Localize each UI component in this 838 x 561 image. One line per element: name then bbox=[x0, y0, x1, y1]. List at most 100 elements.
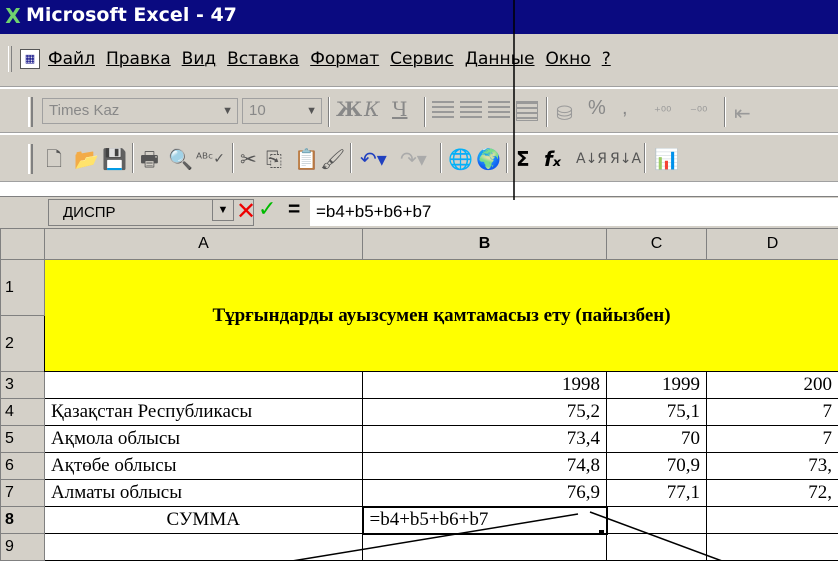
undo-icon[interactable]: ↶▾ bbox=[360, 145, 387, 173]
cell-b6[interactable]: 74,8 bbox=[362, 452, 607, 480]
menu-data[interactable]: Данные bbox=[465, 49, 535, 69]
hyperlink-icon[interactable]: 🌐 bbox=[448, 145, 473, 173]
row-header-4[interactable]: 4 bbox=[0, 398, 45, 426]
cell-d8[interactable] bbox=[706, 506, 838, 534]
cell-c5[interactable]: 70 bbox=[606, 425, 707, 453]
cell-b9[interactable] bbox=[362, 533, 607, 561]
decrease-decimal-icon[interactable]: ⁻⁰⁰ bbox=[690, 99, 707, 127]
bold-button[interactable]: Ж bbox=[336, 97, 362, 125]
cell-d7[interactable]: 72, bbox=[706, 479, 838, 507]
increase-decimal-icon[interactable]: ⁺⁰⁰ bbox=[654, 99, 671, 127]
cancel-entry-button[interactable]: ✕ bbox=[236, 197, 256, 225]
menu-format[interactable]: Формат bbox=[310, 49, 379, 69]
cell-c6[interactable]: 70,9 bbox=[606, 452, 707, 480]
cell-b8-active[interactable]: =b4+b5+b6+b7 bbox=[361, 505, 608, 535]
menu-help[interactable]: ? bbox=[602, 49, 611, 69]
font-size-select[interactable]: 10 ▼ bbox=[242, 98, 322, 124]
percent-button[interactable]: % bbox=[588, 97, 606, 125]
select-all-button[interactable] bbox=[0, 228, 45, 260]
merge-center-icon[interactable] bbox=[516, 101, 538, 121]
row-header-1[interactable]: 1 bbox=[0, 259, 45, 316]
column-header-a[interactable]: A bbox=[44, 228, 363, 260]
table-row: 5 Ақмола облысы 73,4 70 7 bbox=[0, 425, 838, 453]
cell-a9[interactable] bbox=[44, 533, 363, 561]
row-header-8[interactable]: 8 bbox=[0, 506, 45, 534]
cell-c8[interactable] bbox=[606, 506, 707, 534]
cell-a7[interactable]: Алматы облысы bbox=[44, 479, 363, 507]
menu-view[interactable]: Вид bbox=[182, 49, 216, 69]
copy-icon[interactable]: ⎘ bbox=[266, 145, 282, 173]
row-header-6[interactable]: 6 bbox=[0, 452, 45, 480]
formula-input[interactable]: =b4+b5+b6+b7 bbox=[310, 198, 838, 226]
sheet-title-cell[interactable]: Тұрғындарды ауызсумен қамтамасыз ету (па… bbox=[44, 259, 838, 372]
comma-button[interactable]: , bbox=[622, 97, 628, 125]
row-header-2[interactable]: 2 bbox=[0, 315, 45, 372]
confirm-entry-button[interactable]: ✓ bbox=[258, 197, 276, 222]
cut-icon[interactable]: ✂ bbox=[240, 145, 257, 173]
italic-button[interactable]: К bbox=[364, 97, 379, 125]
cell-d4[interactable]: 7 bbox=[706, 398, 838, 426]
menu-insert[interactable]: Вставка bbox=[227, 49, 299, 69]
save-icon[interactable]: 💾 bbox=[102, 145, 127, 173]
cell-a5[interactable]: Ақмола облысы bbox=[44, 425, 363, 453]
cell-b7[interactable]: 76,9 bbox=[362, 479, 607, 507]
currency-icon[interactable]: ⛁ bbox=[556, 99, 573, 127]
toolbar-grip[interactable] bbox=[28, 97, 33, 127]
column-header-d[interactable]: D bbox=[706, 228, 838, 260]
align-right-icon[interactable] bbox=[488, 101, 510, 121]
toolbar-grip[interactable] bbox=[28, 144, 33, 174]
sort-ascending-icon[interactable]: A↓Я bbox=[576, 145, 607, 173]
function-wizard-button[interactable]: fₓ bbox=[544, 145, 561, 173]
cell-a4[interactable]: Қазақстан Республикасы bbox=[44, 398, 363, 426]
spelling-icon[interactable]: ᴬᴮᶜ✓ bbox=[196, 145, 225, 173]
cell-a6[interactable]: Ақтөбе облысы bbox=[44, 452, 363, 480]
cell-c7[interactable]: 77,1 bbox=[606, 479, 707, 507]
open-icon[interactable]: 📂 bbox=[74, 145, 99, 173]
column-header-c[interactable]: C bbox=[606, 228, 707, 260]
decrease-indent-icon[interactable]: ⇤ bbox=[734, 99, 751, 127]
menu-tools[interactable]: Сервис bbox=[390, 49, 454, 69]
edit-formula-button[interactable]: = bbox=[288, 198, 300, 222]
web-toolbar-icon[interactable]: 🌍 bbox=[476, 145, 501, 173]
excel-app-icon[interactable]: X bbox=[2, 5, 24, 27]
sort-descending-icon[interactable]: Я↓A bbox=[610, 145, 641, 173]
print-icon[interactable]: 🖶 bbox=[140, 145, 159, 173]
font-size-value: 10 bbox=[249, 102, 266, 119]
cell-a3[interactable] bbox=[44, 371, 363, 399]
row-header-3[interactable]: 3 bbox=[0, 371, 45, 399]
cell-b4[interactable]: 75,2 bbox=[362, 398, 607, 426]
cell-c9[interactable] bbox=[606, 533, 707, 561]
autosum-button[interactable]: Σ bbox=[516, 145, 530, 173]
font-select[interactable]: Times Kaz ▼ bbox=[42, 98, 238, 124]
menu-file[interactable]: Файл bbox=[48, 49, 95, 69]
chevron-down-icon[interactable]: ▼ bbox=[212, 199, 234, 221]
cell-b5[interactable]: 73,4 bbox=[362, 425, 607, 453]
cell-c4[interactable]: 75,1 bbox=[606, 398, 707, 426]
chevron-down-icon[interactable]: ▼ bbox=[222, 105, 233, 117]
new-icon[interactable]: 🗋 bbox=[46, 145, 62, 173]
menu-edit[interactable]: Правка bbox=[106, 49, 171, 69]
cell-d9[interactable] bbox=[706, 533, 838, 561]
column-header-b[interactable]: B bbox=[362, 228, 607, 260]
cell-d5[interactable]: 7 bbox=[706, 425, 838, 453]
row-header-7[interactable]: 7 bbox=[0, 479, 45, 507]
align-center-icon[interactable] bbox=[460, 101, 482, 121]
format-painter-icon[interactable]: 🖌 bbox=[320, 145, 345, 173]
chevron-down-icon[interactable]: ▼ bbox=[306, 105, 317, 117]
menu-grip[interactable] bbox=[8, 46, 12, 72]
cell-c3[interactable]: 1999 bbox=[606, 371, 707, 399]
print-preview-icon[interactable]: 🔍 bbox=[168, 145, 193, 173]
chart-wizard-icon[interactable]: 📊 bbox=[654, 145, 679, 173]
align-left-icon[interactable] bbox=[432, 101, 454, 121]
row-header-9[interactable]: 9 bbox=[0, 533, 45, 561]
paste-icon[interactable]: 📋 bbox=[294, 145, 319, 173]
row-header-5[interactable]: 5 bbox=[0, 425, 45, 453]
menu-window[interactable]: Окно bbox=[546, 49, 591, 69]
cell-d3[interactable]: 200 bbox=[706, 371, 838, 399]
cell-d6[interactable]: 73, bbox=[706, 452, 838, 480]
cell-a8[interactable]: СУММА bbox=[44, 506, 363, 534]
cell-b3[interactable]: 1998 bbox=[362, 371, 607, 399]
workbook-icon[interactable]: ▦ bbox=[20, 49, 40, 69]
redo-icon[interactable]: ↷▾ bbox=[400, 145, 427, 173]
underline-button[interactable]: Ч bbox=[392, 97, 407, 125]
